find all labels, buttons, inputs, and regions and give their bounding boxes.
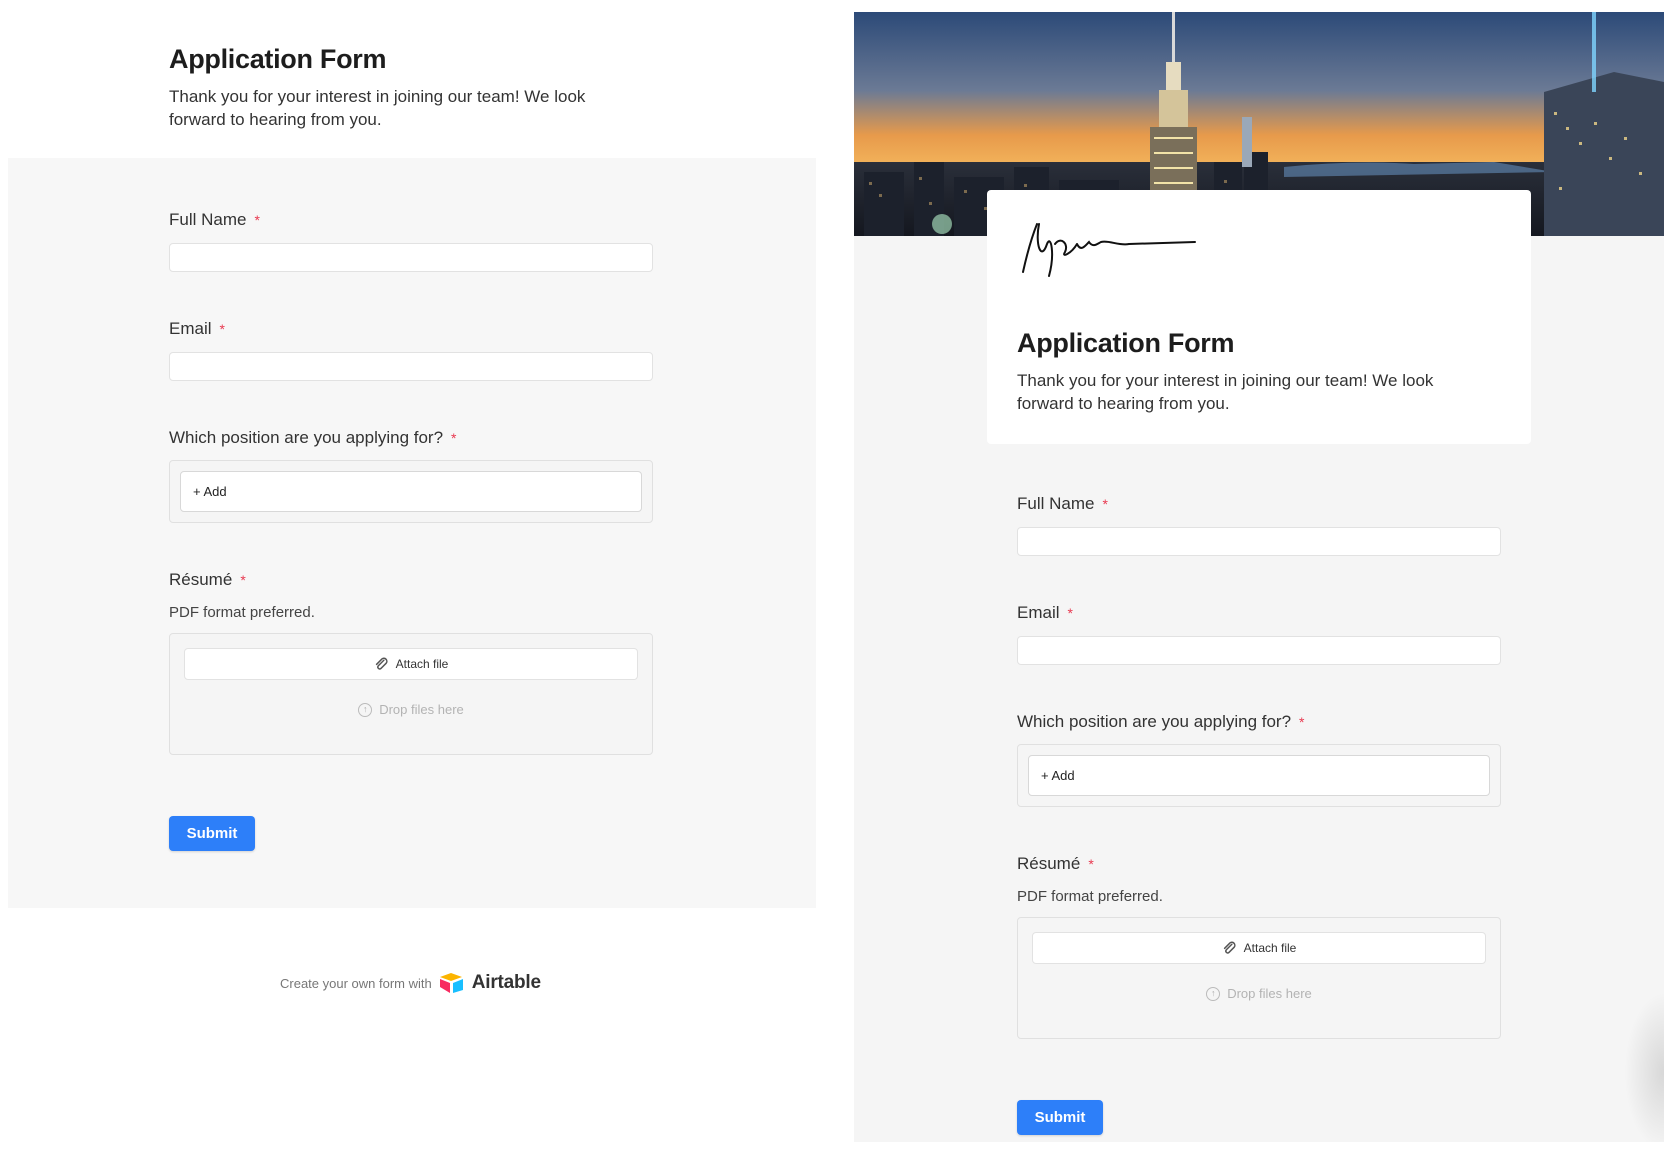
drop-files-label: Drop files here: [379, 702, 464, 717]
position-field: Which position are you applying for? * +…: [1017, 712, 1501, 807]
full-name-input[interactable]: [1017, 527, 1501, 556]
submit-button[interactable]: Submit: [1017, 1100, 1103, 1135]
form-header-card: Application Form Thank you for your inte…: [987, 190, 1531, 444]
resume-upload-box[interactable]: Attach file ↑ Drop files here: [169, 633, 653, 755]
full-name-label: Full Name: [1017, 494, 1095, 513]
attach-file-label: Attach file: [1243, 941, 1297, 955]
airtable-logo-icon: [439, 973, 463, 993]
required-mark: *: [1102, 496, 1108, 512]
left-form-body: Full Name * Email * Which position are y…: [8, 158, 816, 908]
paperclip-icon: [375, 657, 388, 670]
add-position-button[interactable]: + Add: [180, 471, 642, 512]
position-label: Which position are you applying for?: [169, 428, 444, 447]
required-mark: *: [219, 321, 225, 337]
position-label: Which position are you applying for?: [1017, 712, 1292, 731]
right-form-panel: Application Form Thank you for your inte…: [854, 12, 1664, 1142]
attach-file-button[interactable]: Attach file: [184, 648, 638, 680]
required-mark: *: [451, 430, 457, 446]
lyons-signature-logo: [1022, 223, 1196, 277]
footer-text: Create your own form with: [280, 975, 432, 991]
upload-icon: ↑: [358, 702, 373, 717]
full-name-input[interactable]: [169, 243, 653, 272]
required-mark: *: [1088, 856, 1094, 872]
form-description: Thank you for your interest in joining o…: [1017, 371, 1434, 413]
resume-label: Résumé: [1017, 854, 1081, 873]
full-name-field: Full Name *: [1017, 494, 1501, 556]
resume-upload-box[interactable]: Attach file ↑ Drop files here: [1017, 917, 1501, 1039]
position-picker: + Add: [169, 460, 653, 523]
airtable-footer[interactable]: Create your own form with Airtable: [280, 972, 541, 994]
resume-hint: PDF format preferred.: [1017, 888, 1163, 905]
drop-files-label: Drop files here: [1227, 986, 1312, 1001]
email-label: Email: [169, 319, 212, 338]
required-mark: *: [1299, 714, 1305, 730]
drop-zone[interactable]: ↑ Drop files here: [1032, 986, 1486, 1001]
resume-label: Résumé: [169, 570, 233, 589]
position-picker: + Add: [1017, 744, 1501, 807]
add-position-button[interactable]: + Add: [1028, 755, 1490, 796]
email-label: Email: [1017, 603, 1060, 622]
form-description: Thank you for your interest in joining o…: [169, 87, 586, 129]
left-form-fields: Full Name * Email * Which position are y…: [169, 210, 653, 851]
resume-field: Résumé * PDF format preferred. Attach fi…: [169, 570, 653, 755]
submit-button[interactable]: Submit: [169, 816, 255, 851]
email-input[interactable]: [169, 352, 653, 381]
drop-zone[interactable]: ↑ Drop files here: [184, 702, 638, 717]
email-input[interactable]: [1017, 636, 1501, 665]
attach-file-label: Attach file: [395, 657, 449, 671]
required-mark: *: [254, 212, 260, 228]
left-form-header: Application Form Thank you for your inte…: [169, 44, 639, 131]
page-shadow: [1624, 992, 1664, 1142]
required-mark: *: [1067, 605, 1073, 621]
required-mark: *: [240, 572, 246, 588]
position-field: Which position are you applying for? * +…: [169, 428, 653, 523]
full-name-field: Full Name *: [169, 210, 653, 272]
email-field: Email *: [1017, 603, 1501, 665]
full-name-label: Full Name: [169, 210, 247, 229]
right-form-fields: Full Name * Email * Which position are y…: [1017, 494, 1501, 1135]
email-field: Email *: [169, 319, 653, 381]
upload-icon: ↑: [1206, 986, 1221, 1001]
resume-hint: PDF format preferred.: [169, 604, 315, 621]
paperclip-icon: [1223, 941, 1236, 954]
airtable-brand: Airtable: [471, 972, 541, 993]
form-title: Application Form: [169, 44, 387, 74]
resume-field: Résumé * PDF format preferred. Attach fi…: [1017, 854, 1501, 1039]
form-title: Application Form: [1017, 328, 1235, 358]
attach-file-button[interactable]: Attach file: [1032, 932, 1486, 964]
